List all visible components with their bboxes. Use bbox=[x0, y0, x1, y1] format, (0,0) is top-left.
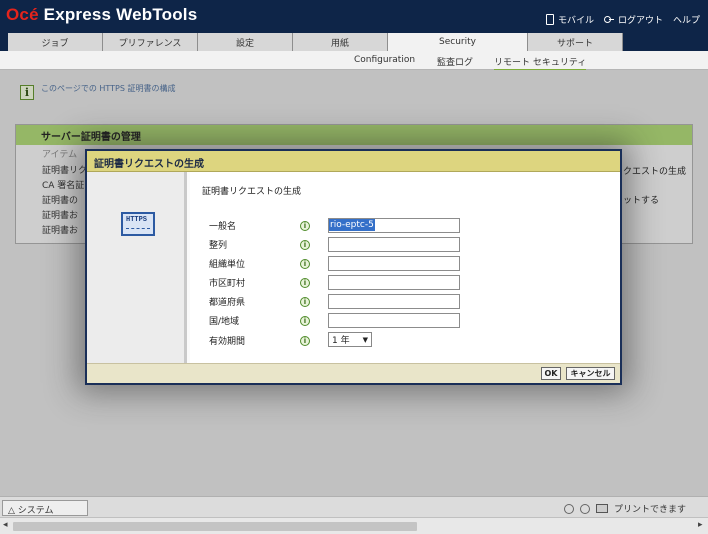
dialog-heading: 証明書リクエストの生成 bbox=[202, 187, 302, 197]
logout-label: ログアウト bbox=[617, 16, 663, 26]
sub-navigation: Configuration 監査ログ リモート セキュリティ bbox=[0, 51, 708, 71]
horizontal-scrollbar[interactable]: ◂ ▸ bbox=[0, 517, 708, 534]
mobile-icon bbox=[545, 14, 554, 25]
main-tab-bar: ジョブ プリファレンス 設定 用紙 Security サポート bbox=[0, 31, 708, 51]
dialog-title: 証明書リクエストの生成 bbox=[87, 151, 620, 172]
country-label: 国/地域 bbox=[209, 317, 240, 327]
mobile-label: モバイル bbox=[557, 16, 594, 26]
tab-media[interactable]: 用紙 bbox=[293, 33, 388, 51]
validity-select[interactable]: 1 年 ▼ bbox=[328, 332, 372, 347]
subtab-configuration[interactable]: Configuration bbox=[354, 55, 415, 65]
status-icon bbox=[579, 503, 590, 514]
help-icon[interactable]: i bbox=[300, 221, 310, 231]
https-certificate-icon: HTTPS bbox=[121, 212, 155, 236]
help-icon[interactable]: i bbox=[300, 336, 310, 346]
country-input[interactable] bbox=[328, 313, 460, 328]
help-icon[interactable]: i bbox=[300, 297, 310, 307]
tab-preferences[interactable]: プリファレンス bbox=[103, 33, 198, 51]
scroll-right-icon[interactable]: ▸ bbox=[698, 520, 703, 530]
common-name-input[interactable]: rio-eptc-5 bbox=[328, 218, 460, 233]
common-name-value: rio-eptc-5 bbox=[329, 219, 375, 231]
validity-label: 有効期間 bbox=[209, 337, 246, 347]
certificate-request-dialog: 証明書リクエストの生成 HTTPS 証明書リクエストの生成 一般名 i rio-… bbox=[85, 149, 622, 385]
logo-title: Express WebTools bbox=[38, 5, 198, 24]
org-unit-label: 組織単位 bbox=[209, 260, 246, 270]
subtab-audit-log[interactable]: 監査ログ bbox=[437, 55, 473, 68]
app-header: Océ Express WebTools モバイル ログアウト ヘルプ bbox=[0, 0, 708, 31]
app-logo: Océ Express WebTools bbox=[6, 5, 197, 25]
dialog-sidebar: HTTPS bbox=[87, 172, 187, 363]
printer-status: プリントできます bbox=[563, 502, 686, 515]
subtab-remote-security[interactable]: リモート セキュリティ bbox=[494, 55, 587, 71]
cancel-button[interactable]: キャンセル bbox=[566, 367, 615, 380]
scroll-left-icon[interactable]: ◂ bbox=[3, 520, 8, 530]
key-icon bbox=[603, 15, 614, 24]
help-icon[interactable]: i bbox=[300, 278, 310, 288]
org-unit-input[interactable] bbox=[328, 256, 460, 271]
mobile-link[interactable]: モバイル bbox=[545, 13, 594, 26]
refresh-icon[interactable] bbox=[563, 503, 574, 514]
tab-settings[interactable]: 設定 bbox=[198, 33, 293, 51]
tab-jobs[interactable]: ジョブ bbox=[8, 33, 103, 51]
organization-label: 整列 bbox=[209, 241, 228, 251]
help-icon[interactable]: i bbox=[300, 240, 310, 250]
prefecture-label: 都道府県 bbox=[209, 298, 246, 308]
help-label: ヘルプ bbox=[672, 16, 700, 26]
status-bar: △ システム プリントできます bbox=[0, 496, 708, 517]
help-icon[interactable]: i bbox=[300, 316, 310, 326]
scroll-thumb[interactable] bbox=[13, 522, 417, 531]
system-tab[interactable]: △ システム bbox=[2, 500, 88, 516]
common-name-label: 一般名 bbox=[209, 222, 237, 232]
ok-button[interactable]: OK bbox=[541, 367, 561, 380]
dialog-footer: OK キャンセル bbox=[87, 363, 620, 383]
tab-support[interactable]: サポート bbox=[528, 33, 623, 51]
printer-icon bbox=[595, 504, 608, 513]
logout-link[interactable]: ログアウト bbox=[603, 13, 663, 26]
help-link[interactable]: ヘルプ bbox=[673, 13, 700, 26]
city-input[interactable] bbox=[328, 275, 460, 290]
city-label: 市区町村 bbox=[209, 279, 246, 289]
printer-status-text: プリントできます bbox=[613, 505, 686, 515]
help-icon[interactable]: i bbox=[300, 259, 310, 269]
tab-security[interactable]: Security bbox=[388, 33, 528, 51]
chevron-down-icon: ▼ bbox=[362, 335, 368, 344]
logo-oce: Océ bbox=[6, 5, 39, 24]
organization-input[interactable] bbox=[328, 237, 460, 252]
validity-value: 1 年 bbox=[332, 336, 350, 346]
top-links: モバイル ログアウト ヘルプ bbox=[545, 13, 700, 26]
dialog-body: 証明書リクエストの生成 一般名 i rio-eptc-5 整列 i 組織単位 i… bbox=[190, 172, 620, 363]
prefecture-input[interactable] bbox=[328, 294, 460, 309]
